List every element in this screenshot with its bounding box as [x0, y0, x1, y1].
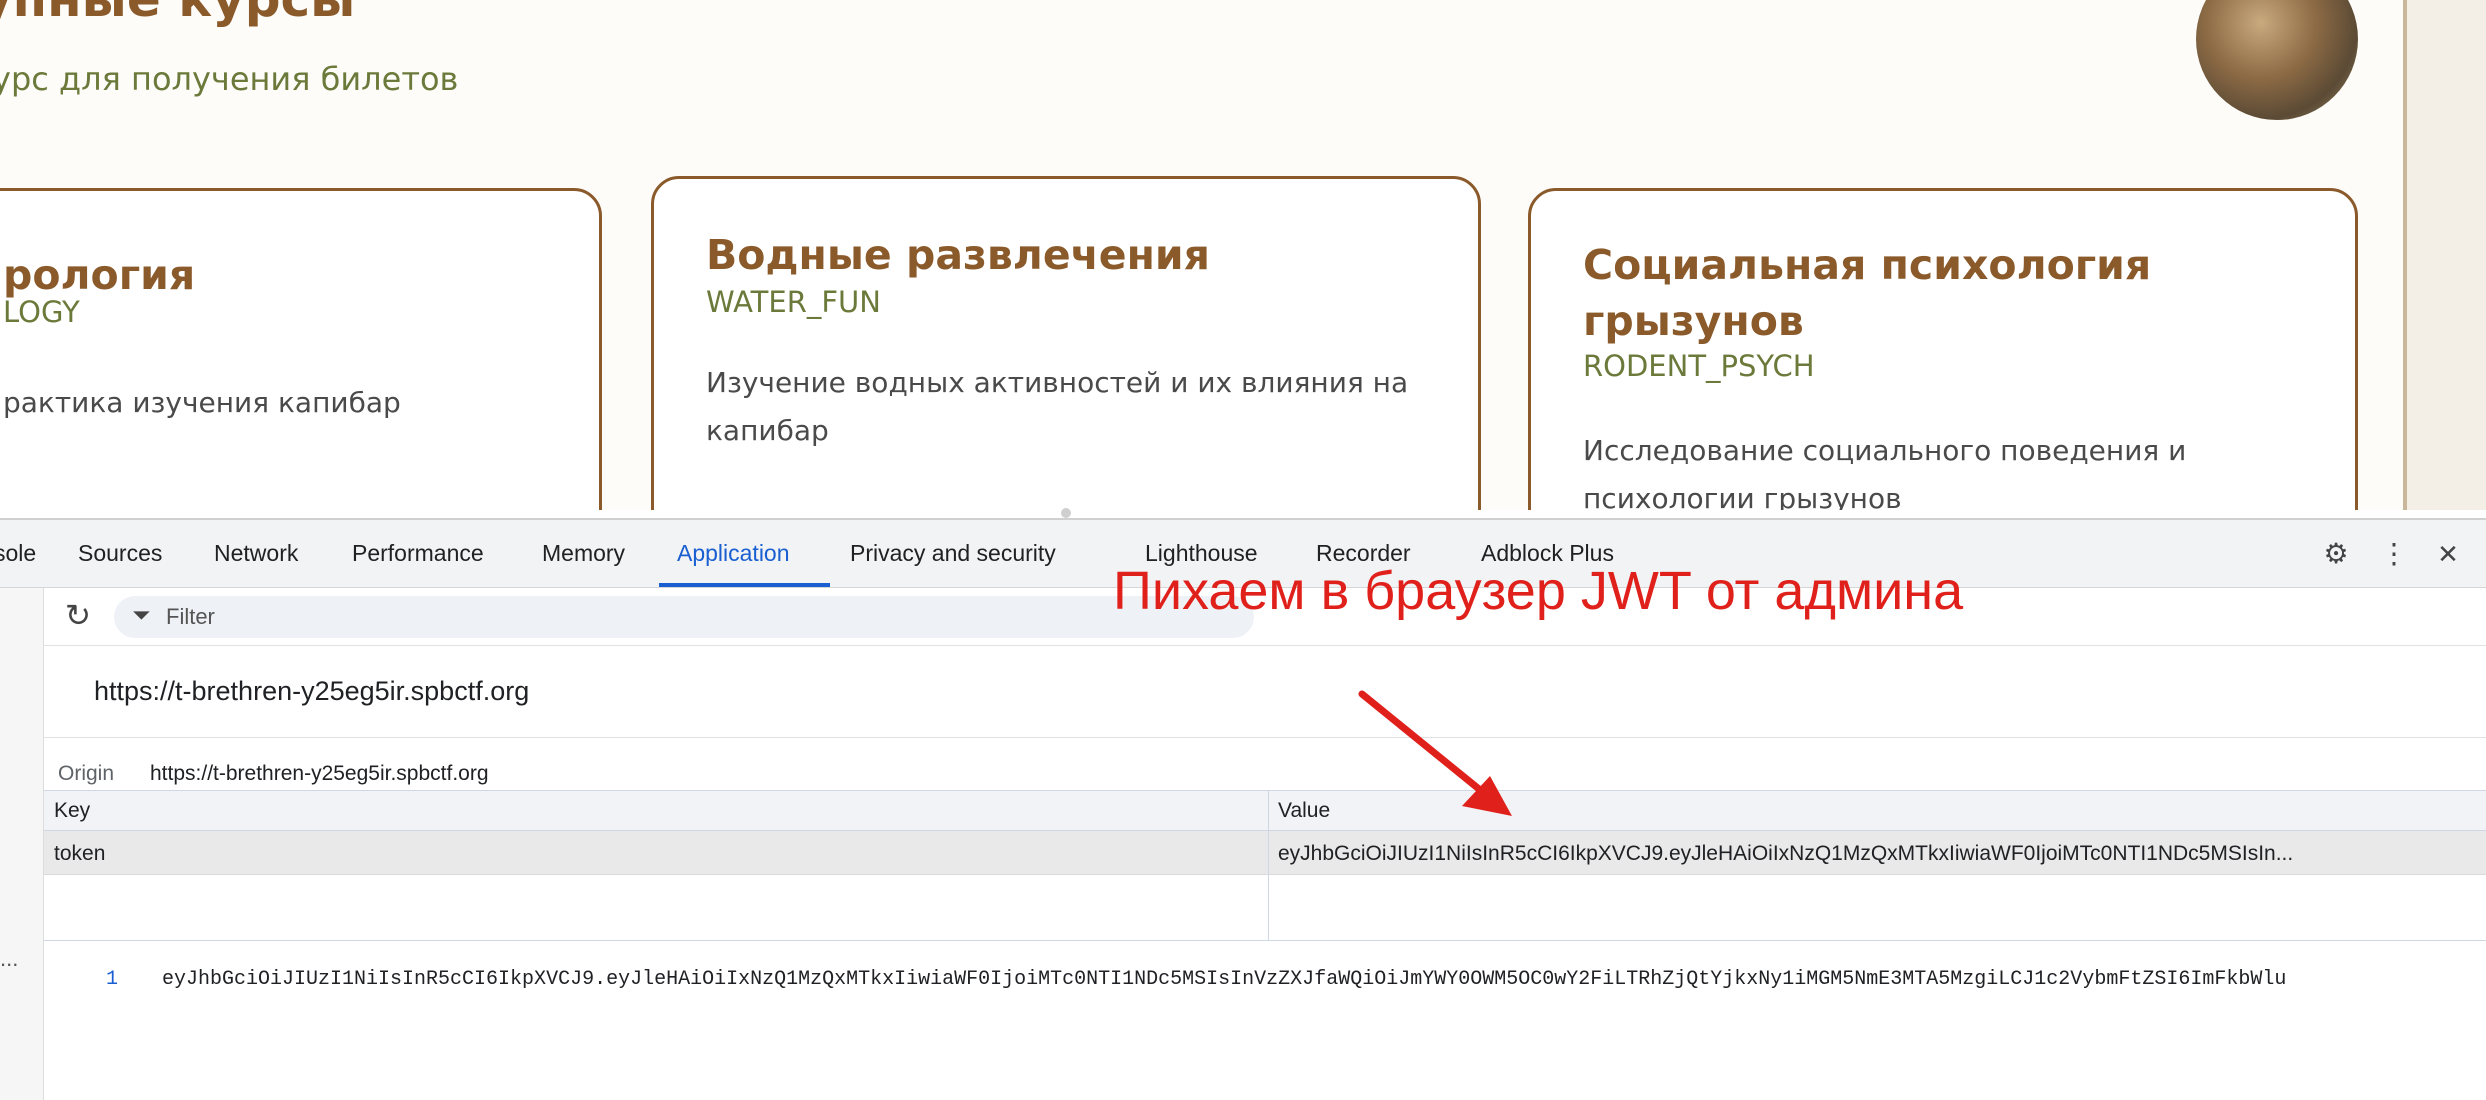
tab-privacy-security[interactable]: Privacy and security: [850, 540, 1056, 567]
tab-application[interactable]: Application: [677, 540, 790, 567]
table-header: Key Value: [44, 791, 2486, 831]
page-right-edge: [2403, 0, 2486, 510]
origin-header: https://t-brethren-y25eg5ir.spbctf.org: [44, 646, 2486, 738]
course-description: рактика изучения капибар: [3, 386, 401, 419]
tab-network[interactable]: Network: [214, 540, 298, 567]
course-code: WATER_FUN: [706, 285, 881, 319]
tab-memory[interactable]: Memory: [542, 540, 625, 567]
annotation-caption: Пихаем в браузер JWT от админа: [1113, 561, 1964, 621]
avatar[interactable]: [2196, 0, 2358, 120]
course-card[interactable]: рология LOGY рактика изучения капибар: [0, 188, 602, 510]
tab-console[interactable]: sole: [0, 540, 36, 567]
table-row[interactable]: token eyJhbGciOiJIUzI1NiIsInR5cCI6IkpXVC…: [44, 831, 2486, 875]
filter-box[interactable]: ⏷: [114, 596, 1254, 638]
web-page: упные курсы урс для получения билетов ро…: [0, 0, 2486, 510]
origin-label: Origin: [58, 762, 115, 785]
origin-header-url: https://t-brethren-y25eg5ir.spbctf.org: [94, 676, 530, 706]
course-card[interactable]: Социальная психология грызунов RODENT_PS…: [1528, 188, 2358, 510]
column-header-value[interactable]: Value: [1278, 799, 1330, 823]
storage-table: Key Value token eyJhbGciOiJIUzI1NiIsInR5…: [44, 790, 2486, 941]
origin-value: https://t-brethren-y25eg5ir.spbctf.org: [150, 762, 489, 785]
active-tab-indicator: [659, 583, 830, 587]
page-subtitle: урс для получения билетов: [0, 60, 459, 98]
refresh-icon[interactable]: ↻: [60, 598, 96, 634]
line-number: 1: [106, 968, 119, 991]
course-code: RODENT_PSYCH: [1583, 349, 1815, 383]
course-description: Исследование социального поведения и пси…: [1583, 434, 2187, 510]
annotation-arrow-icon: [1358, 690, 1512, 816]
course-title: Социальная психология грызунов: [1583, 241, 2152, 345]
row-key[interactable]: token: [54, 842, 105, 866]
filter-icon: ⏷: [132, 602, 151, 628]
devtools-resize-handle[interactable]: [1061, 508, 1071, 518]
column-header-key[interactable]: Key: [54, 799, 90, 823]
preview-code[interactable]: eyJhbGciOiJIUzI1NiIsInR5cCI6IkpXVCJ9.eyJ…: [162, 968, 2482, 991]
course-title: Водные развлечения: [706, 231, 1210, 279]
course-description: Изучение водных активностей и их влияния…: [706, 366, 1409, 447]
value-preview: 1 eyJhbGciOiJIUzI1NiIsInR5cCI6IkpXVCJ9.e…: [44, 942, 2486, 1100]
close-icon[interactable]: ✕: [2430, 536, 2466, 572]
table-empty-row[interactable]: [44, 875, 2486, 941]
page-title: упные курсы: [0, 0, 355, 28]
sidebar-more[interactable]: ...: [0, 946, 18, 972]
column-divider[interactable]: [1268, 791, 1269, 941]
tab-performance[interactable]: Performance: [352, 540, 484, 567]
course-code: LOGY: [3, 295, 80, 329]
row-value[interactable]: eyJhbGciOiJIUzI1NiIsInR5cCI6IkpXVCJ9.eyJ…: [1278, 842, 2478, 866]
settings-icon[interactable]: ⚙: [2318, 536, 2354, 572]
application-sidebar: ...: [0, 588, 44, 1100]
course-card[interactable]: Водные развлечения WATER_FUN Изучение во…: [651, 176, 1481, 510]
more-menu-icon[interactable]: ⋮: [2376, 536, 2412, 572]
tab-sources[interactable]: Sources: [78, 540, 162, 567]
filter-input[interactable]: [166, 598, 1166, 636]
